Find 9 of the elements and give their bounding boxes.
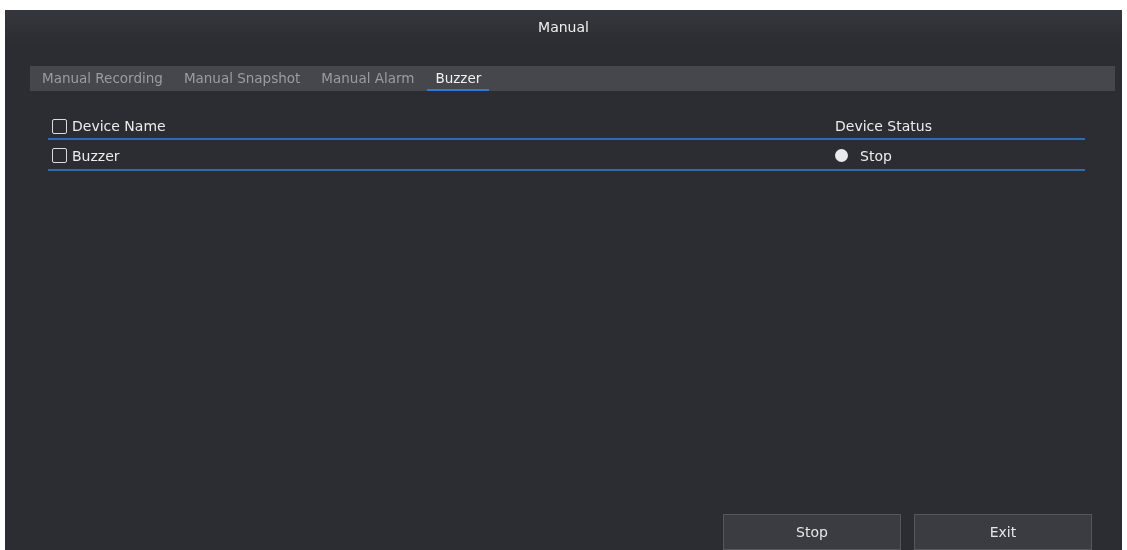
column-header: Device Status bbox=[835, 118, 932, 134]
button[interactable]: Stop bbox=[723, 514, 901, 550]
button[interactable]: Exit bbox=[914, 514, 1092, 550]
table-cell: Buzzer bbox=[72, 147, 120, 164]
column-header: Device Name bbox=[72, 118, 166, 134]
checkbox[interactable] bbox=[52, 148, 67, 163]
status-text: Stop bbox=[860, 147, 892, 164]
tab[interactable]: Buzzer bbox=[427, 66, 490, 91]
checkbox[interactable] bbox=[52, 118, 67, 134]
